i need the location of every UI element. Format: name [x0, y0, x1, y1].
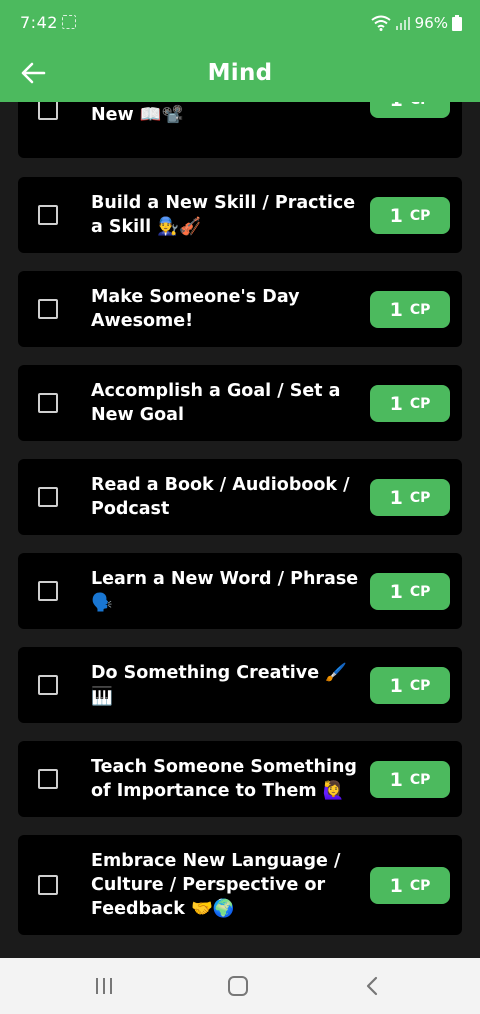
task-item[interactable]: Build a New Skill / Practice a Skill 👨‍🔧…: [18, 177, 462, 253]
home-button[interactable]: [218, 972, 258, 1000]
points-value: 1: [389, 874, 403, 897]
points-unit: CP: [409, 489, 431, 506]
task-checkbox[interactable]: [38, 487, 58, 507]
points-unit: CP: [409, 771, 431, 788]
task-item[interactable]: You Learning Something New 📖📽️ 1 CP: [18, 102, 462, 158]
points-button[interactable]: 1 CP: [370, 197, 450, 234]
points-button[interactable]: 1 CP: [370, 667, 450, 704]
points-value: 1: [389, 392, 403, 415]
task-label: Do Something Creative 🖌️🎹: [91, 663, 347, 707]
task-label: Make Someone's Day Awesome!: [91, 287, 300, 331]
points-button[interactable]: 1 CP: [370, 479, 450, 516]
page-title: Mind: [207, 60, 273, 86]
notification-icon: [62, 15, 76, 29]
task-checkbox[interactable]: [38, 581, 58, 601]
task-item[interactable]: Teach Someone Something of Importance to…: [18, 741, 462, 817]
recent-apps-icon: [96, 978, 112, 994]
task-checkbox[interactable]: [38, 769, 58, 789]
points-button[interactable]: 1 CP: [370, 291, 450, 328]
chevron-left-icon: [366, 976, 378, 996]
system-back-button[interactable]: [352, 972, 392, 1000]
task-checkbox[interactable]: [38, 205, 58, 225]
points-unit: CP: [409, 395, 431, 412]
points-value: 1: [389, 486, 403, 509]
points-value: 1: [389, 580, 403, 603]
task-checkbox[interactable]: [38, 875, 58, 895]
points-value: 1: [389, 204, 403, 227]
points-unit: CP: [409, 301, 431, 318]
task-label: Accomplish a Goal / Set a New Goal: [91, 381, 341, 425]
points-button[interactable]: 1 CP: [370, 385, 450, 422]
task-item[interactable]: Do Something Creative 🖌️🎹 1 CP: [18, 647, 462, 723]
status-bar: 7:42 96%: [0, 0, 480, 44]
points-button[interactable]: 1 CP: [370, 761, 450, 798]
recent-apps-button[interactable]: [84, 972, 124, 1000]
points-unit: CP: [409, 583, 431, 600]
task-item[interactable]: Make Someone's Day Awesome! 1 CP: [18, 271, 462, 347]
task-label: Learn a New Word / Phrase 🗣️: [91, 569, 359, 613]
task-checkbox[interactable]: [38, 675, 58, 695]
task-item[interactable]: Embrace New Language / Culture / Perspec…: [18, 835, 462, 935]
task-item[interactable]: Accomplish a Goal / Set a New Goal 1 CP: [18, 365, 462, 441]
battery-level: 96%: [414, 14, 448, 32]
points-value: 1: [389, 674, 403, 697]
task-item[interactable]: Read a Book / Audiobook / Podcast 1 CP: [18, 459, 462, 535]
task-checkbox[interactable]: [38, 299, 58, 319]
points-unit: CP: [410, 102, 431, 108]
points-value: 1: [389, 768, 403, 791]
points-unit: CP: [409, 207, 431, 224]
task-label: Embrace New Language / Culture / Perspec…: [91, 851, 341, 919]
app-bar: Mind: [0, 44, 480, 102]
points-value: 1: [389, 298, 403, 321]
task-label: Teach Someone Something of Importance to…: [91, 757, 357, 801]
status-icons: 96%: [371, 12, 462, 34]
points-value: 1: [390, 102, 403, 111]
task-label: Build a New Skill / Practice a Skill 👨‍🔧…: [91, 193, 356, 237]
wifi-icon: [371, 15, 391, 31]
task-checkbox[interactable]: [38, 393, 58, 413]
points-unit: CP: [409, 677, 431, 694]
points-unit: CP: [409, 877, 431, 894]
task-label: You Learning Something New 📖📽️: [91, 105, 184, 125]
battery-icon: [452, 15, 462, 31]
system-nav-bar: [0, 958, 480, 1014]
task-checkbox[interactable]: [38, 102, 58, 120]
status-time: 7:42: [20, 13, 58, 32]
signal-icon: [395, 17, 410, 30]
points-button[interactable]: 1 CP: [370, 102, 450, 118]
task-list[interactable]: You Learning Something New 📖📽️ 1 CP Buil…: [0, 102, 480, 958]
task-label: Read a Book / Audiobook / Podcast: [91, 475, 350, 519]
home-icon: [228, 976, 248, 996]
points-button[interactable]: 1 CP: [370, 867, 450, 904]
points-button[interactable]: 1 CP: [370, 573, 450, 610]
task-item[interactable]: Learn a New Word / Phrase 🗣️ 1 CP: [18, 553, 462, 629]
